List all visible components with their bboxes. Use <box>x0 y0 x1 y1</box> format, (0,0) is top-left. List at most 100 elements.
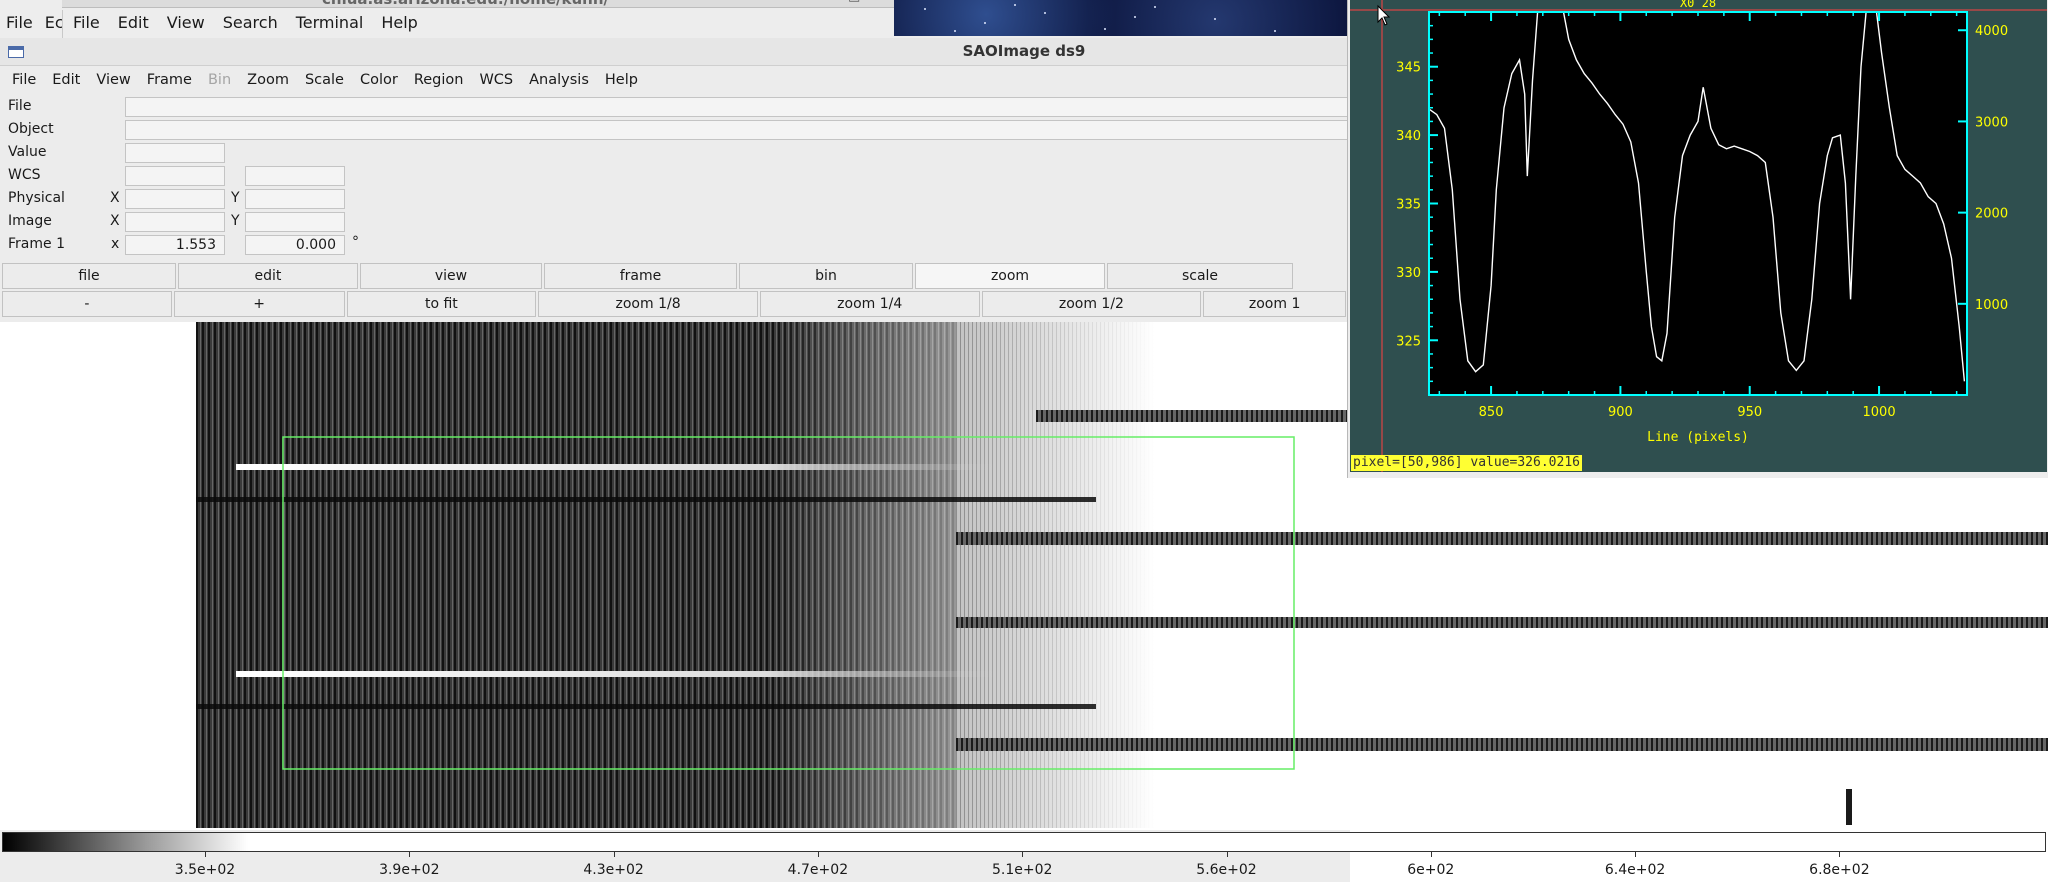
spectrum-trace <box>956 738 2048 751</box>
colorbar[interactable] <box>2 832 2046 852</box>
x-tick-label: 950 <box>1737 405 1762 420</box>
terminal-menu-search[interactable]: Search <box>223 10 278 38</box>
terminal-menu-view[interactable]: View <box>167 10 205 38</box>
spectrum-trace <box>236 464 996 470</box>
image-y-field <box>245 212 345 232</box>
colorbar-scale: 3.5e+02 3.9e+02 4.3e+02 4.7e+02 5.1e+02 5.6e+… <box>0 852 2048 882</box>
wcs-dec-field <box>245 166 345 186</box>
button-to-fit[interactable]: to fit <box>346 291 537 317</box>
spectrum-trace <box>236 671 996 677</box>
colorbar-label: 6.4e+02 <box>1604 862 1666 878</box>
y2-tick-label: 2000 <box>1975 207 2008 222</box>
x-tick-label: 850 <box>1479 405 1504 420</box>
terminal-menu-file[interactable]: File <box>73 10 100 38</box>
colorbar-tick <box>1430 852 1432 857</box>
background-menu-file[interactable]: File <box>6 10 33 36</box>
physical-label: Physical <box>8 190 65 206</box>
plot-title: X0 28 <box>1680 0 1716 10</box>
colorbar-label: 3.9e+02 <box>379 862 440 878</box>
colorbar-label: 5.1e+02 <box>991 862 1053 878</box>
menu-region[interactable]: Region <box>406 67 472 93</box>
y-tick-label: 325 <box>1396 334 1421 349</box>
button-view[interactable]: view <box>360 263 542 289</box>
image-x-label: X <box>110 213 120 229</box>
terminal-menu-terminal[interactable]: Terminal <box>296 10 364 38</box>
menu-edit[interactable]: Edit <box>44 67 88 93</box>
y2-tick-label: 3000 <box>1975 115 2008 130</box>
button-zoom-out[interactable]: - <box>2 291 172 317</box>
object-label: Object <box>8 121 54 137</box>
value-field <box>125 143 225 163</box>
button-bin[interactable]: bin <box>739 263 913 289</box>
y-tick-label: 330 <box>1396 266 1421 281</box>
button-scale[interactable]: scale <box>1107 263 1293 289</box>
image-label: Image <box>8 213 52 229</box>
close-icon[interactable]: × <box>872 0 883 4</box>
menu-wcs[interactable]: WCS <box>471 67 521 93</box>
button-zoom[interactable]: zoom <box>915 263 1105 289</box>
menu-analysis[interactable]: Analysis <box>521 67 597 93</box>
wcs-label: WCS <box>8 167 41 183</box>
menu-frame[interactable]: Frame <box>139 67 200 93</box>
menu-view[interactable]: View <box>88 67 138 93</box>
menu-help[interactable]: Help <box>597 67 646 93</box>
colorbar-label: 4.7e+02 <box>787 862 849 878</box>
physical-y-label: Y <box>231 190 240 206</box>
mouse-cursor-icon <box>1377 4 1391 26</box>
menu-color[interactable]: Color <box>352 67 406 93</box>
value-label: Value <box>8 144 47 160</box>
background-menu-edit[interactable]: Ec <box>45 10 64 36</box>
menu-scale[interactable]: Scale <box>297 67 352 93</box>
spectrum-trace <box>956 532 2048 545</box>
degree-symbol: ° <box>352 234 359 250</box>
plot-status: pixel=[50,986] value=326.0216 <box>1351 455 1582 471</box>
colorbar-tick <box>1022 852 1024 857</box>
zoom-button-bar: - + to fit zoom 1/8 zoom 1/4 zoom 1/2 zoom 1 <box>2 291 1348 317</box>
menu-zoom[interactable]: Zoom <box>239 67 297 93</box>
button-zoom-1[interactable]: zoom 1 <box>1203 291 1347 317</box>
terminal-titlebar[interactable]: chlua.as.arizona.edu:/home/kuhn/ – □ × <box>62 0 894 8</box>
terminal-menu-help[interactable]: Help <box>381 10 417 38</box>
zoom-value-field: 1.553 <box>125 235 225 255</box>
file-label: File <box>8 98 32 114</box>
plot-graph[interactable]: X0 28 850 900 950 1000 325 330 335 340 345 1000 200… <box>1350 0 2047 472</box>
physical-x-label: X <box>110 190 120 206</box>
frame-x-label: x <box>111 236 120 252</box>
physical-x-field <box>125 189 225 209</box>
minimize-icon[interactable]: – <box>822 0 829 4</box>
button-file[interactable]: file <box>2 263 176 289</box>
plot-area: X0 28 850 900 950 1000 325 330 335 340 345 1000 200… <box>1350 0 2047 472</box>
y-tick-label: 335 <box>1396 198 1421 213</box>
colorbar-label: 5.6e+02 <box>1196 862 1257 878</box>
x-tick-label: 1000 <box>1863 405 1896 420</box>
button-edit[interactable]: edit <box>178 263 358 289</box>
terminal-menubar: File Edit View Search Terminal Help <box>62 10 894 38</box>
background-window-menubar: File Ec <box>0 10 64 36</box>
plot-frame <box>1429 12 1967 395</box>
maximize-icon[interactable]: □ <box>848 0 860 4</box>
menu-file[interactable]: File <box>4 67 44 93</box>
button-zoom-1-8[interactable]: zoom 1/8 <box>538 291 758 317</box>
desktop-wallpaper <box>894 0 1354 36</box>
button-frame[interactable]: frame <box>544 263 737 289</box>
button-zoom-in[interactable]: + <box>173 291 345 317</box>
bad-pixel-column <box>1846 789 1852 825</box>
spectrum-trace <box>956 617 2048 628</box>
button-zoom-1-2[interactable]: zoom 1/2 <box>981 291 1202 317</box>
button-zoom-1-4[interactable]: zoom 1/4 <box>759 291 980 317</box>
colorbar-tick <box>409 852 411 857</box>
colorbar-tick <box>613 852 615 857</box>
frame-label: Frame 1 <box>8 236 65 252</box>
file-field <box>125 97 1350 117</box>
object-field <box>125 120 1350 140</box>
colorbar-tick <box>205 852 206 857</box>
y-tick-label: 340 <box>1396 129 1421 144</box>
colorbar-label: 3.5e+02 <box>174 862 236 878</box>
y2-tick-label: 4000 <box>1975 24 2008 39</box>
colorbar-tick <box>817 852 819 857</box>
menu-bin[interactable]: Bin <box>200 67 239 93</box>
image-y-label: Y <box>231 213 240 229</box>
colorbar-tick <box>1635 852 1637 857</box>
colorbar-tick <box>1839 852 1841 857</box>
terminal-menu-edit[interactable]: Edit <box>118 10 149 38</box>
